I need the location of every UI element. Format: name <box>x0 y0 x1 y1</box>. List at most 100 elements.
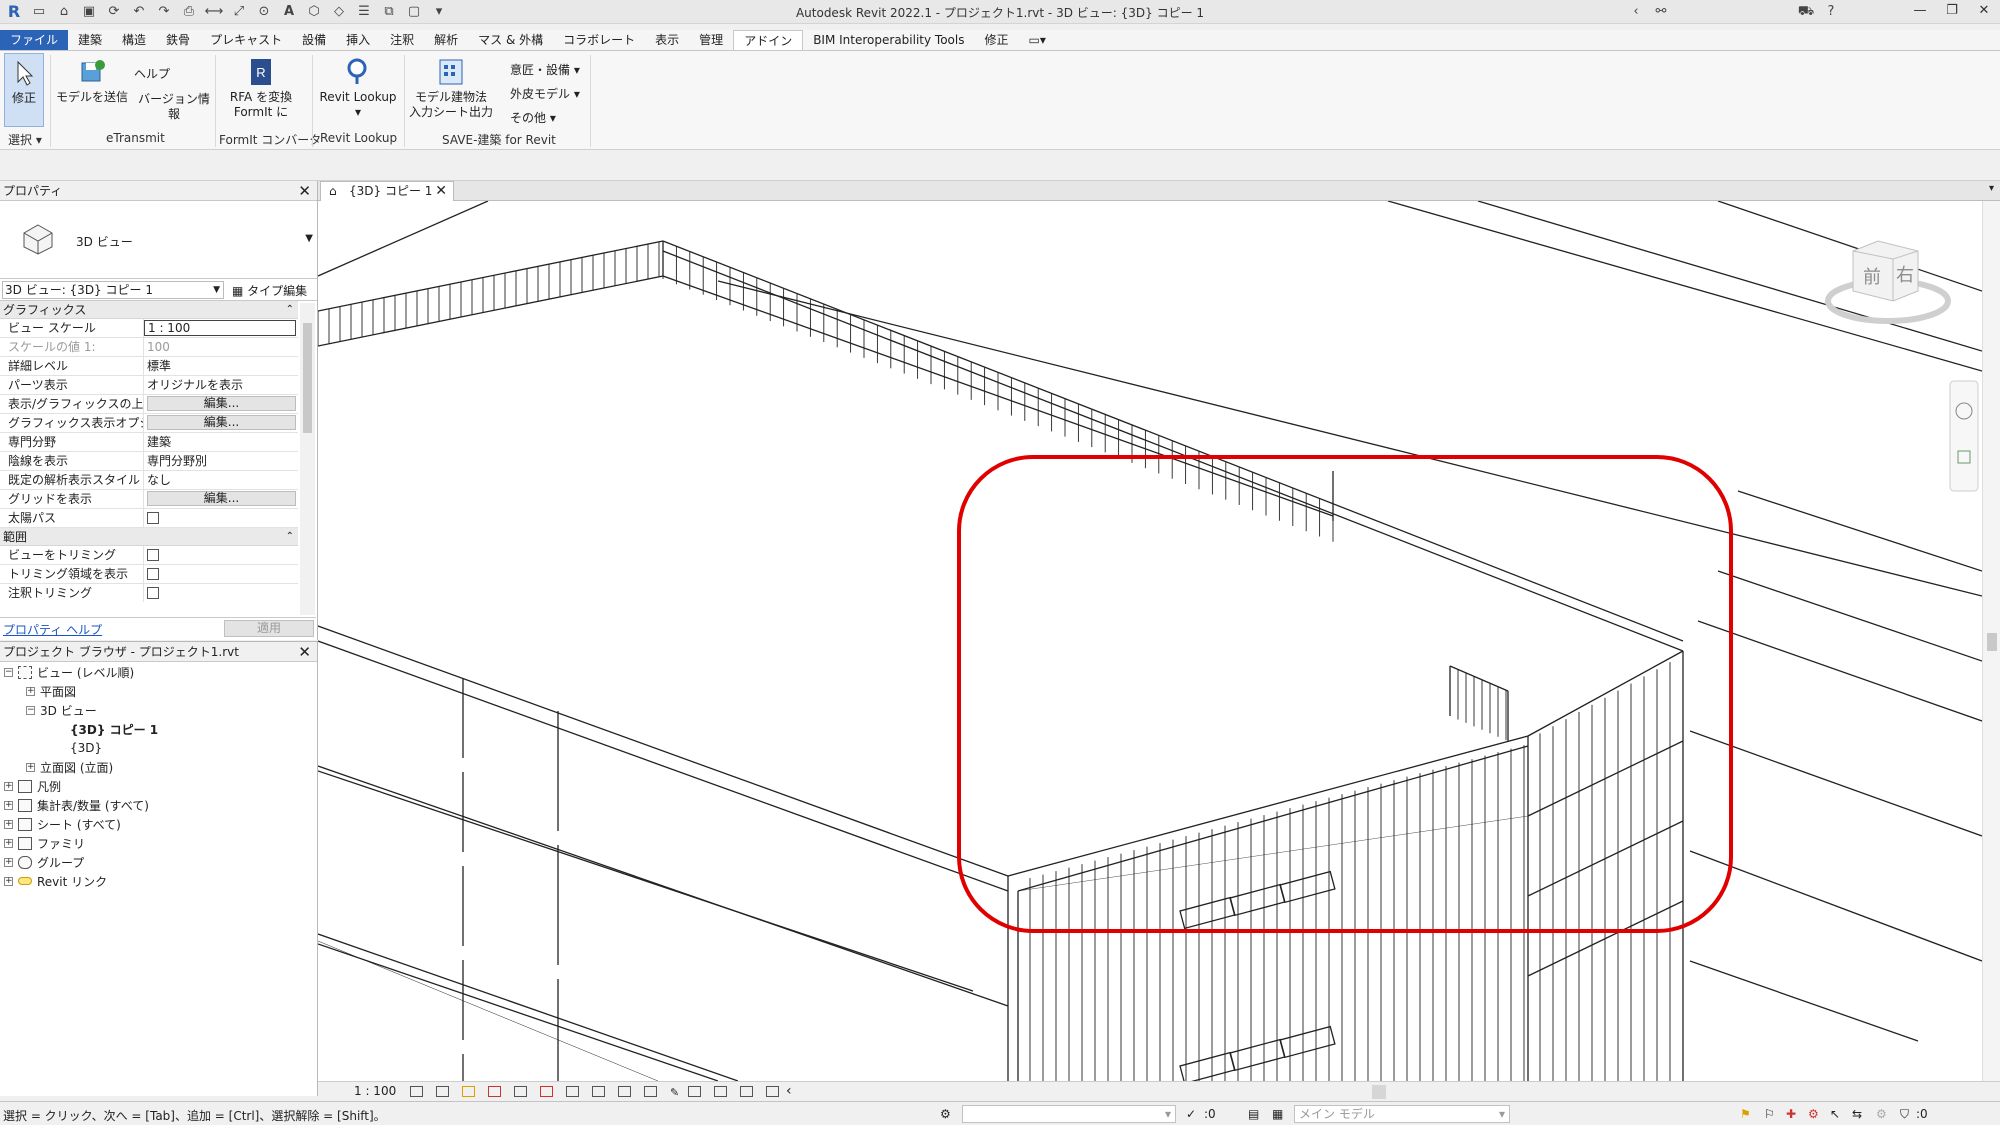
open-icon[interactable]: ⌂ <box>54 3 74 21</box>
property-value[interactable]: 標準 <box>144 357 298 375</box>
checkbox[interactable] <box>147 549 159 561</box>
tag-icon[interactable]: ⊙ <box>254 3 274 21</box>
minimize-icon[interactable]: — <box>1904 0 1936 24</box>
tab-view[interactable]: 表示 <box>645 30 689 50</box>
show-constraints-icon[interactable] <box>714 1086 727 1097</box>
type-selector[interactable]: 3D ビュー ▼ <box>0 201 317 279</box>
temp-properties-icon[interactable]: ✎ <box>670 1086 679 1099</box>
drag-elements-icon[interactable]: ↖ <box>1830 1107 1840 1121</box>
etransmit-send-button[interactable]: モデルを送信 <box>54 53 130 105</box>
horizontal-scroll-thumb[interactable] <box>1372 1085 1386 1099</box>
property-value[interactable]: 建築 <box>144 433 298 451</box>
tree-families[interactable]: + ファミリ <box>4 834 85 852</box>
tab-structure[interactable]: 構造 <box>112 30 156 50</box>
revit-lookup-button[interactable]: Revit Lookup ▾ <box>318 53 398 120</box>
highlight-displacement-icon[interactable] <box>766 1086 779 1097</box>
crop-view-icon[interactable] <box>540 1086 553 1097</box>
tab-massing[interactable]: マス & 外構 <box>468 30 553 50</box>
design-options-icon[interactable]: ▤ <box>1248 1107 1259 1121</box>
tree-plan[interactable]: + 平面図 <box>26 682 76 700</box>
select-by-face-icon[interactable]: ⚙ <box>1808 1107 1819 1121</box>
property-value[interactable]: 1 : 100 <box>144 320 296 336</box>
tab-insert[interactable]: 挿入 <box>336 30 380 50</box>
filter-funnel-icon[interactable]: ⛉ <box>1900 1107 1909 1122</box>
envelope-model-dropdown[interactable]: 外皮モデル ▾ <box>510 85 580 102</box>
expand-icon[interactable]: ‹ <box>1626 3 1646 21</box>
checkbox[interactable] <box>147 587 159 599</box>
design-option-select[interactable]: メイン モデル ▾ <box>1294 1105 1510 1123</box>
edit-button[interactable]: 編集... <box>147 491 296 506</box>
customize-qat-icon[interactable]: ▾ <box>429 3 449 21</box>
background-processes-icon[interactable]: ⇆ <box>1852 1107 1862 1121</box>
worksharing-icon[interactable] <box>688 1086 701 1097</box>
tree-views[interactable]: − ビュー (レベル順) <box>4 663 134 681</box>
close-icon[interactable]: ✕ <box>435 182 447 201</box>
undo-icon[interactable]: ↶ <box>129 3 149 21</box>
render-icon[interactable] <box>514 1086 527 1097</box>
close-icon[interactable]: ✕ <box>298 181 311 201</box>
properties-help-link[interactable]: プロパティ ヘルプ <box>3 621 102 638</box>
scroll-thumb[interactable] <box>303 323 312 433</box>
design-equip-dropdown[interactable]: 意匠・設備 ▾ <box>510 61 580 78</box>
home-icon[interactable]: ▭ <box>29 3 49 21</box>
switch-windows-icon[interactable]: ▢ <box>404 3 424 21</box>
tab-collaborate[interactable]: コラボレート <box>553 30 645 50</box>
chevron-down-icon[interactable]: ▼ <box>305 233 313 244</box>
sun-path-icon[interactable] <box>462 1086 475 1097</box>
tab-menu-icon[interactable]: ▾ <box>1989 183 1994 194</box>
property-value[interactable]: オリジナルを表示 <box>144 376 298 394</box>
reveal-hidden-icon[interactable] <box>644 1086 657 1097</box>
measure-icon[interactable]: ⟷ <box>204 3 224 21</box>
revit-logo-icon[interactable]: R <box>4 3 24 21</box>
apply-button[interactable]: 適用 <box>224 620 314 637</box>
group-extents[interactable]: 範囲 ⌃ <box>0 528 298 546</box>
help-icon[interactable]: ? <box>1821 3 1841 21</box>
workset-icon[interactable]: ⚙ <box>940 1107 951 1121</box>
close-icon[interactable]: ✕ <box>298 642 311 662</box>
scroll-thumb[interactable] <box>1987 633 1997 651</box>
restore-icon[interactable]: ❐ <box>1936 0 1968 24</box>
select-links-icon[interactable]: ⚑ <box>1740 1107 1751 1121</box>
3d-view-canvas[interactable]: 前 右 <box>318 201 1982 1081</box>
checkbox[interactable] <box>147 512 159 524</box>
property-value[interactable]: なし <box>144 471 298 489</box>
navigation-bar[interactable] <box>1949 380 1979 492</box>
view-scale[interactable]: 1 : 100 <box>354 1084 396 1098</box>
tab-addins[interactable]: アドイン <box>733 30 804 50</box>
instance-selector[interactable]: 3D ビュー: {3D} コピー 1 ▼ <box>2 281 224 299</box>
filter-icon[interactable]: ✓ <box>1186 1107 1196 1121</box>
help-label[interactable]: ヘルプ <box>134 67 170 82</box>
modify-button[interactable]: 修正 <box>4 53 44 127</box>
detail-level-icon[interactable] <box>410 1086 423 1097</box>
tab-file[interactable]: ファイル <box>0 30 69 50</box>
tab-modify[interactable]: 修正 <box>974 30 1018 50</box>
redo-icon[interactable]: ↷ <box>154 3 174 21</box>
view-cube[interactable]: 前 右 <box>1825 240 1951 324</box>
close-icon[interactable]: ✕ <box>1968 0 2000 24</box>
section-icon[interactable]: ◇ <box>329 3 349 21</box>
sync-icon[interactable]: ⟳ <box>104 3 124 21</box>
property-value[interactable]: 専門分野別 <box>144 452 298 470</box>
cart-icon[interactable]: ⛟ <box>1796 3 1816 21</box>
tree-3d-default[interactable]: {3D} <box>70 739 102 757</box>
hide-isolate-icon[interactable] <box>618 1086 631 1097</box>
tab-steel[interactable]: 鉄骨 <box>156 30 200 50</box>
tab-bim-interop[interactable]: BIM Interoperability Tools <box>803 30 974 50</box>
tree-3d-views[interactable]: −3D ビュー <box>26 701 97 719</box>
other-dropdown[interactable]: その他 ▾ <box>510 109 556 126</box>
tree-elevation[interactable]: + 立面図 (立面) <box>26 758 113 776</box>
group-graphics[interactable]: グラフィックス ⌃ <box>0 301 298 319</box>
save-icon[interactable]: ▣ <box>79 3 99 21</box>
print-icon[interactable]: ⎙ <box>179 3 199 21</box>
visual-style-icon[interactable] <box>436 1086 449 1097</box>
checkbox[interactable] <box>147 568 159 580</box>
close-hidden-icon[interactable]: ⧉ <box>379 3 399 21</box>
show-crop-icon[interactable] <box>566 1086 579 1097</box>
tab-analyze[interactable]: 解析 <box>424 30 468 50</box>
tab-manage[interactable]: 管理 <box>689 30 733 50</box>
tree-3d-copy1[interactable]: {3D} コピー 1 <box>70 720 158 738</box>
workset-select[interactable]: ▾ <box>962 1105 1176 1123</box>
tree-legend[interactable]: + 凡例 <box>4 777 61 795</box>
tree-revit-links[interactable]: + Revit リンク <box>4 872 107 890</box>
select-underlay-icon[interactable]: ⚐ <box>1764 1107 1775 1121</box>
